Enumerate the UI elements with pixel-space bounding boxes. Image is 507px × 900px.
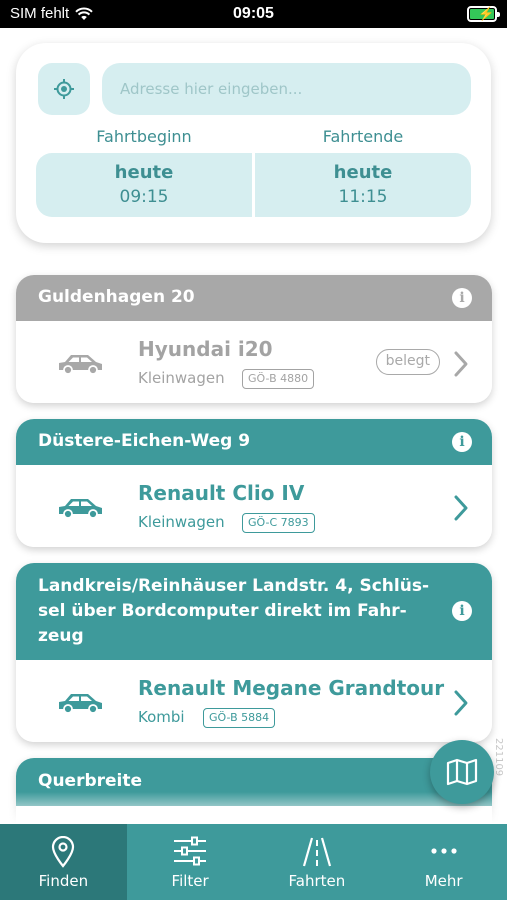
- car-row[interactable]: Renault Clio IV Kleinwagen GÖ-C 7893: [16, 465, 492, 547]
- map-pin-icon: [52, 836, 75, 868]
- car-row[interactable]: Renault Megane Grandtour Kombi GÖ-B 5884: [16, 660, 492, 742]
- tab-label: Finden: [38, 872, 89, 890]
- battery-icon: ⚡: [467, 6, 500, 22]
- station-header[interactable]: Landkreis/Reinhäuser Landstr. 4, Schlüs-…: [16, 563, 492, 660]
- car-name: Renault Clio IV: [138, 481, 305, 505]
- station-name: Guldenhagen 20: [38, 287, 195, 307]
- station-name: Querbreite: [38, 771, 143, 791]
- start-day: heute: [114, 162, 174, 183]
- end-label: Fahrtende: [322, 127, 404, 146]
- scroll-fade: [0, 792, 507, 824]
- car-class: Kleinwagen: [138, 513, 225, 531]
- station-name-line: Landkreis/Reinhäuser Landstr. 4, Schlüs-: [38, 576, 430, 596]
- info-icon[interactable]: i: [452, 432, 472, 452]
- chevron-right-icon: [454, 351, 468, 377]
- tab-mehr[interactable]: Mehr: [380, 824, 507, 900]
- search-card: Fahrtbeginn Fahrtende heute 09:15 heute …: [16, 43, 491, 243]
- sliders-icon: [174, 836, 207, 866]
- tab-filter[interactable]: Filter: [127, 824, 254, 900]
- start-time: 09:15: [119, 187, 169, 207]
- station-header[interactable]: Düstere-Eichen-Weg 9 i: [16, 419, 492, 465]
- station-name-line: sel über Bordcomputer direkt im Fahr-: [38, 601, 407, 621]
- more-dots-icon: [431, 848, 457, 854]
- license-plate: GÖ-C 7893: [242, 513, 315, 533]
- license-plate: GÖ-B 4880: [242, 369, 315, 389]
- car-row[interactable]: Hyundai i20 Kleinwagen GÖ-B 4880 belegt: [16, 321, 492, 403]
- license-plate: GÖ-B 5884: [203, 708, 276, 728]
- end-time: 11:15: [338, 187, 388, 207]
- tab-label: Filter: [171, 872, 209, 890]
- car-name: Hyundai i20: [138, 337, 273, 361]
- station-header[interactable]: Guldenhagen 20 i: [16, 275, 492, 321]
- info-icon[interactable]: i: [452, 288, 472, 308]
- end-time-picker[interactable]: heute 11:15: [255, 153, 471, 217]
- address-input[interactable]: [102, 63, 471, 115]
- tab-finden[interactable]: Finden: [0, 824, 127, 900]
- tab-label: Mehr: [424, 872, 463, 890]
- car-class: Kleinwagen: [138, 369, 225, 387]
- car-class: Kombi: [138, 708, 185, 726]
- station-card: Düstere-Eichen-Weg 9 i Renault Clio IV K…: [16, 419, 492, 547]
- start-time-picker[interactable]: heute 09:15: [36, 153, 252, 217]
- start-label: Fahrtbeginn: [96, 127, 192, 146]
- road-icon: [302, 837, 331, 867]
- tab-fahrten[interactable]: Fahrten: [254, 824, 381, 900]
- crosshair-icon: [54, 79, 74, 99]
- station-card: Guldenhagen 20 i Hyundai i20 Kleinwagen …: [16, 275, 492, 403]
- build-code: 221109: [493, 738, 504, 777]
- locate-button[interactable]: [38, 63, 90, 115]
- station-name: Düstere-Eichen-Weg 9: [38, 431, 251, 451]
- map-icon: [446, 758, 478, 786]
- car-name: Renault Megane Grandtour: [138, 676, 445, 700]
- car-icon: [59, 499, 102, 519]
- info-icon[interactable]: i: [452, 601, 472, 621]
- tab-label: Fahrten: [288, 872, 346, 890]
- car-icon: [59, 694, 102, 714]
- chevron-right-icon: [454, 495, 468, 521]
- status-badge: belegt: [375, 349, 440, 375]
- clock: 09:05: [233, 5, 274, 22]
- station-name-line: zeug: [38, 626, 84, 646]
- station-card: Landkreis/Reinhäuser Landstr. 4, Schlüs-…: [16, 563, 492, 742]
- map-view-button[interactable]: [430, 740, 494, 804]
- tab-bar: Finden Filter Fahrten Mehr: [0, 824, 507, 900]
- chevron-right-icon: [454, 690, 468, 716]
- car-icon: [59, 355, 102, 375]
- end-day: heute: [333, 162, 393, 183]
- status-bar: SIM fehlt 09:05 ⚡: [0, 0, 507, 28]
